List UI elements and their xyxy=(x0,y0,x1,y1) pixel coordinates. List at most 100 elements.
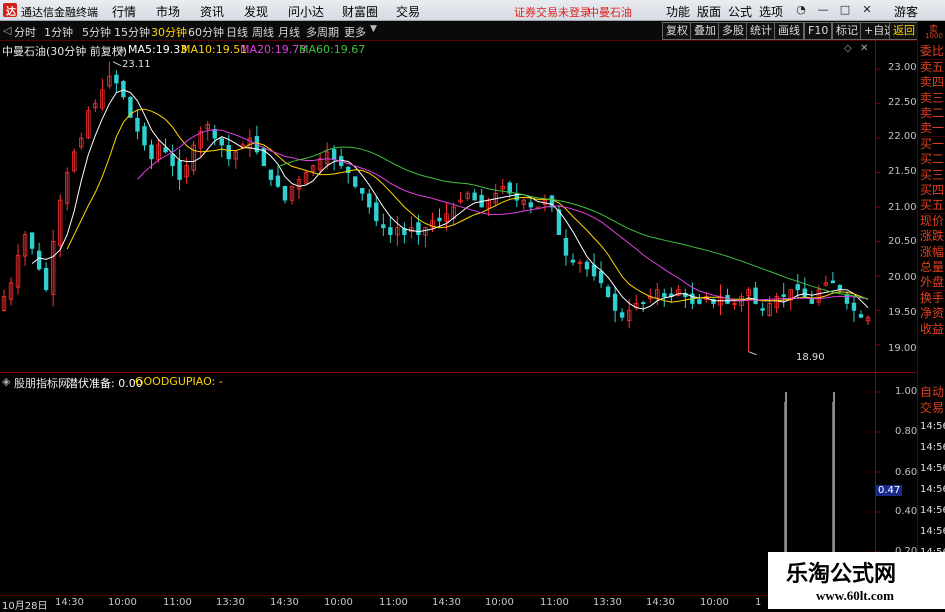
candle-body xyxy=(367,193,372,208)
candle-body xyxy=(177,160,182,180)
candle-body xyxy=(830,280,836,284)
watermark-url: www.60lt.com xyxy=(816,588,894,603)
candle-body xyxy=(416,222,421,235)
side-trade-row: 14:56 xyxy=(920,463,945,474)
high-price-label: 23.11 xyxy=(122,59,151,70)
side-row: 现价 xyxy=(920,214,945,229)
side-row: 卖一 xyxy=(920,121,945,138)
candle-body xyxy=(135,117,140,132)
candle-body xyxy=(528,202,534,208)
candle-body xyxy=(388,227,393,235)
candle-body xyxy=(802,288,807,297)
sub-settings-icon[interactable]: ◈ xyxy=(2,375,10,388)
x-tick-label: 11:00 xyxy=(379,597,408,608)
side-trade-row: 14:56 xyxy=(920,505,945,516)
y-label: 22.50 xyxy=(888,97,917,108)
candle-body xyxy=(662,293,667,297)
candle-body xyxy=(226,145,231,160)
candle-body xyxy=(331,149,337,160)
candle-body xyxy=(795,284,800,291)
y-label: 19.50 xyxy=(888,307,917,318)
side-trade-row: 14:56 xyxy=(920,484,945,495)
candle-body xyxy=(591,264,597,277)
candle-body xyxy=(374,202,379,222)
x-tick-label: 13:30 xyxy=(593,597,622,608)
candle-body xyxy=(275,175,281,187)
candle-body xyxy=(36,250,42,270)
x-tick-label: 10:00 xyxy=(485,597,514,608)
x-tick-label: 14:30 xyxy=(646,597,675,608)
side-row: 买三 xyxy=(920,167,945,182)
x-tick-label: 14:30 xyxy=(270,597,299,608)
side-row: 涨幅 xyxy=(920,244,945,259)
candle-body xyxy=(149,144,154,160)
candle-body xyxy=(212,129,217,139)
candle-body xyxy=(697,299,702,304)
y-label: 20.00 xyxy=(888,272,917,283)
sub-extra-text: GOODGUPIAO: - xyxy=(135,375,223,388)
y-label: 20.50 xyxy=(888,236,917,247)
candle-body xyxy=(844,293,850,304)
watermark-title: 乐淘公式网 xyxy=(786,561,897,587)
side-row: 收益 xyxy=(920,321,945,336)
ma5-line xyxy=(31,89,869,310)
candle-body xyxy=(437,217,442,222)
side-row: 委比 xyxy=(920,44,945,61)
candle-body xyxy=(781,294,786,297)
side-row: 卖二 xyxy=(920,105,945,120)
x-tick-label: 10:00 xyxy=(324,597,353,608)
candle-body xyxy=(570,259,576,263)
x-tick-label: 14:30 xyxy=(55,597,84,608)
side-row: 卖三 xyxy=(920,90,945,105)
side-row: 卖四 xyxy=(920,75,945,90)
sub-y-label: 0.80 xyxy=(895,426,918,437)
candle-body xyxy=(219,138,224,146)
y-label: 19.00 xyxy=(888,343,917,354)
candle-body xyxy=(142,126,147,146)
side-row: 买二 xyxy=(920,152,945,167)
kline-chart[interactable] xyxy=(0,0,945,609)
side-row: 换手 xyxy=(920,291,945,306)
candle-body xyxy=(353,176,358,187)
y-label: 23.00 xyxy=(888,62,917,73)
x-tick-label: 14:30 xyxy=(432,597,461,608)
candle-body xyxy=(29,232,35,249)
sub-indicator-name: 股朋指标网 xyxy=(14,377,69,390)
candle-body xyxy=(760,308,765,311)
x-tick-label: 10:00 xyxy=(108,597,137,608)
candle-body xyxy=(282,185,288,201)
candle-body xyxy=(851,302,857,311)
side-row: 总量 xyxy=(920,259,945,274)
x-tick-label: 11:00 xyxy=(540,597,569,608)
side-row: 买五 xyxy=(920,198,945,215)
ma10-line xyxy=(66,108,869,303)
sub-cursor-value: 0.47 xyxy=(876,485,903,496)
low-price-label: 18.90 xyxy=(796,352,825,363)
candle-body xyxy=(641,302,646,304)
x-tick-label: 13:30 xyxy=(216,597,245,608)
candle-body xyxy=(598,270,604,284)
candle-body xyxy=(753,287,758,304)
candle-body xyxy=(605,286,611,297)
x-tick-label: 1 xyxy=(755,597,762,608)
side-row: 涨跌 xyxy=(920,229,945,244)
side-row: 买一 xyxy=(920,137,945,152)
high-marker xyxy=(112,61,122,67)
candle-body xyxy=(43,267,49,291)
candle-body xyxy=(725,294,730,304)
candle-body xyxy=(584,261,590,270)
side-row: 买四 xyxy=(920,182,945,197)
side-trade-row: 14:56 xyxy=(920,421,945,432)
candle-body xyxy=(858,314,864,318)
candle-body xyxy=(809,298,815,304)
side-trade-row: 14:56 xyxy=(920,526,945,537)
y-label: 22.00 xyxy=(888,131,917,142)
side-row: 净资 xyxy=(920,306,945,321)
candle-body xyxy=(114,74,119,84)
side-top-number: 1000 xyxy=(925,32,943,40)
sub-indicator-text: 潜伏准备: 0.00 xyxy=(67,377,143,390)
candle-body xyxy=(170,153,175,167)
side-trade-row: 交易 xyxy=(920,401,945,415)
candle-body xyxy=(619,312,625,318)
candle-body xyxy=(268,169,274,180)
